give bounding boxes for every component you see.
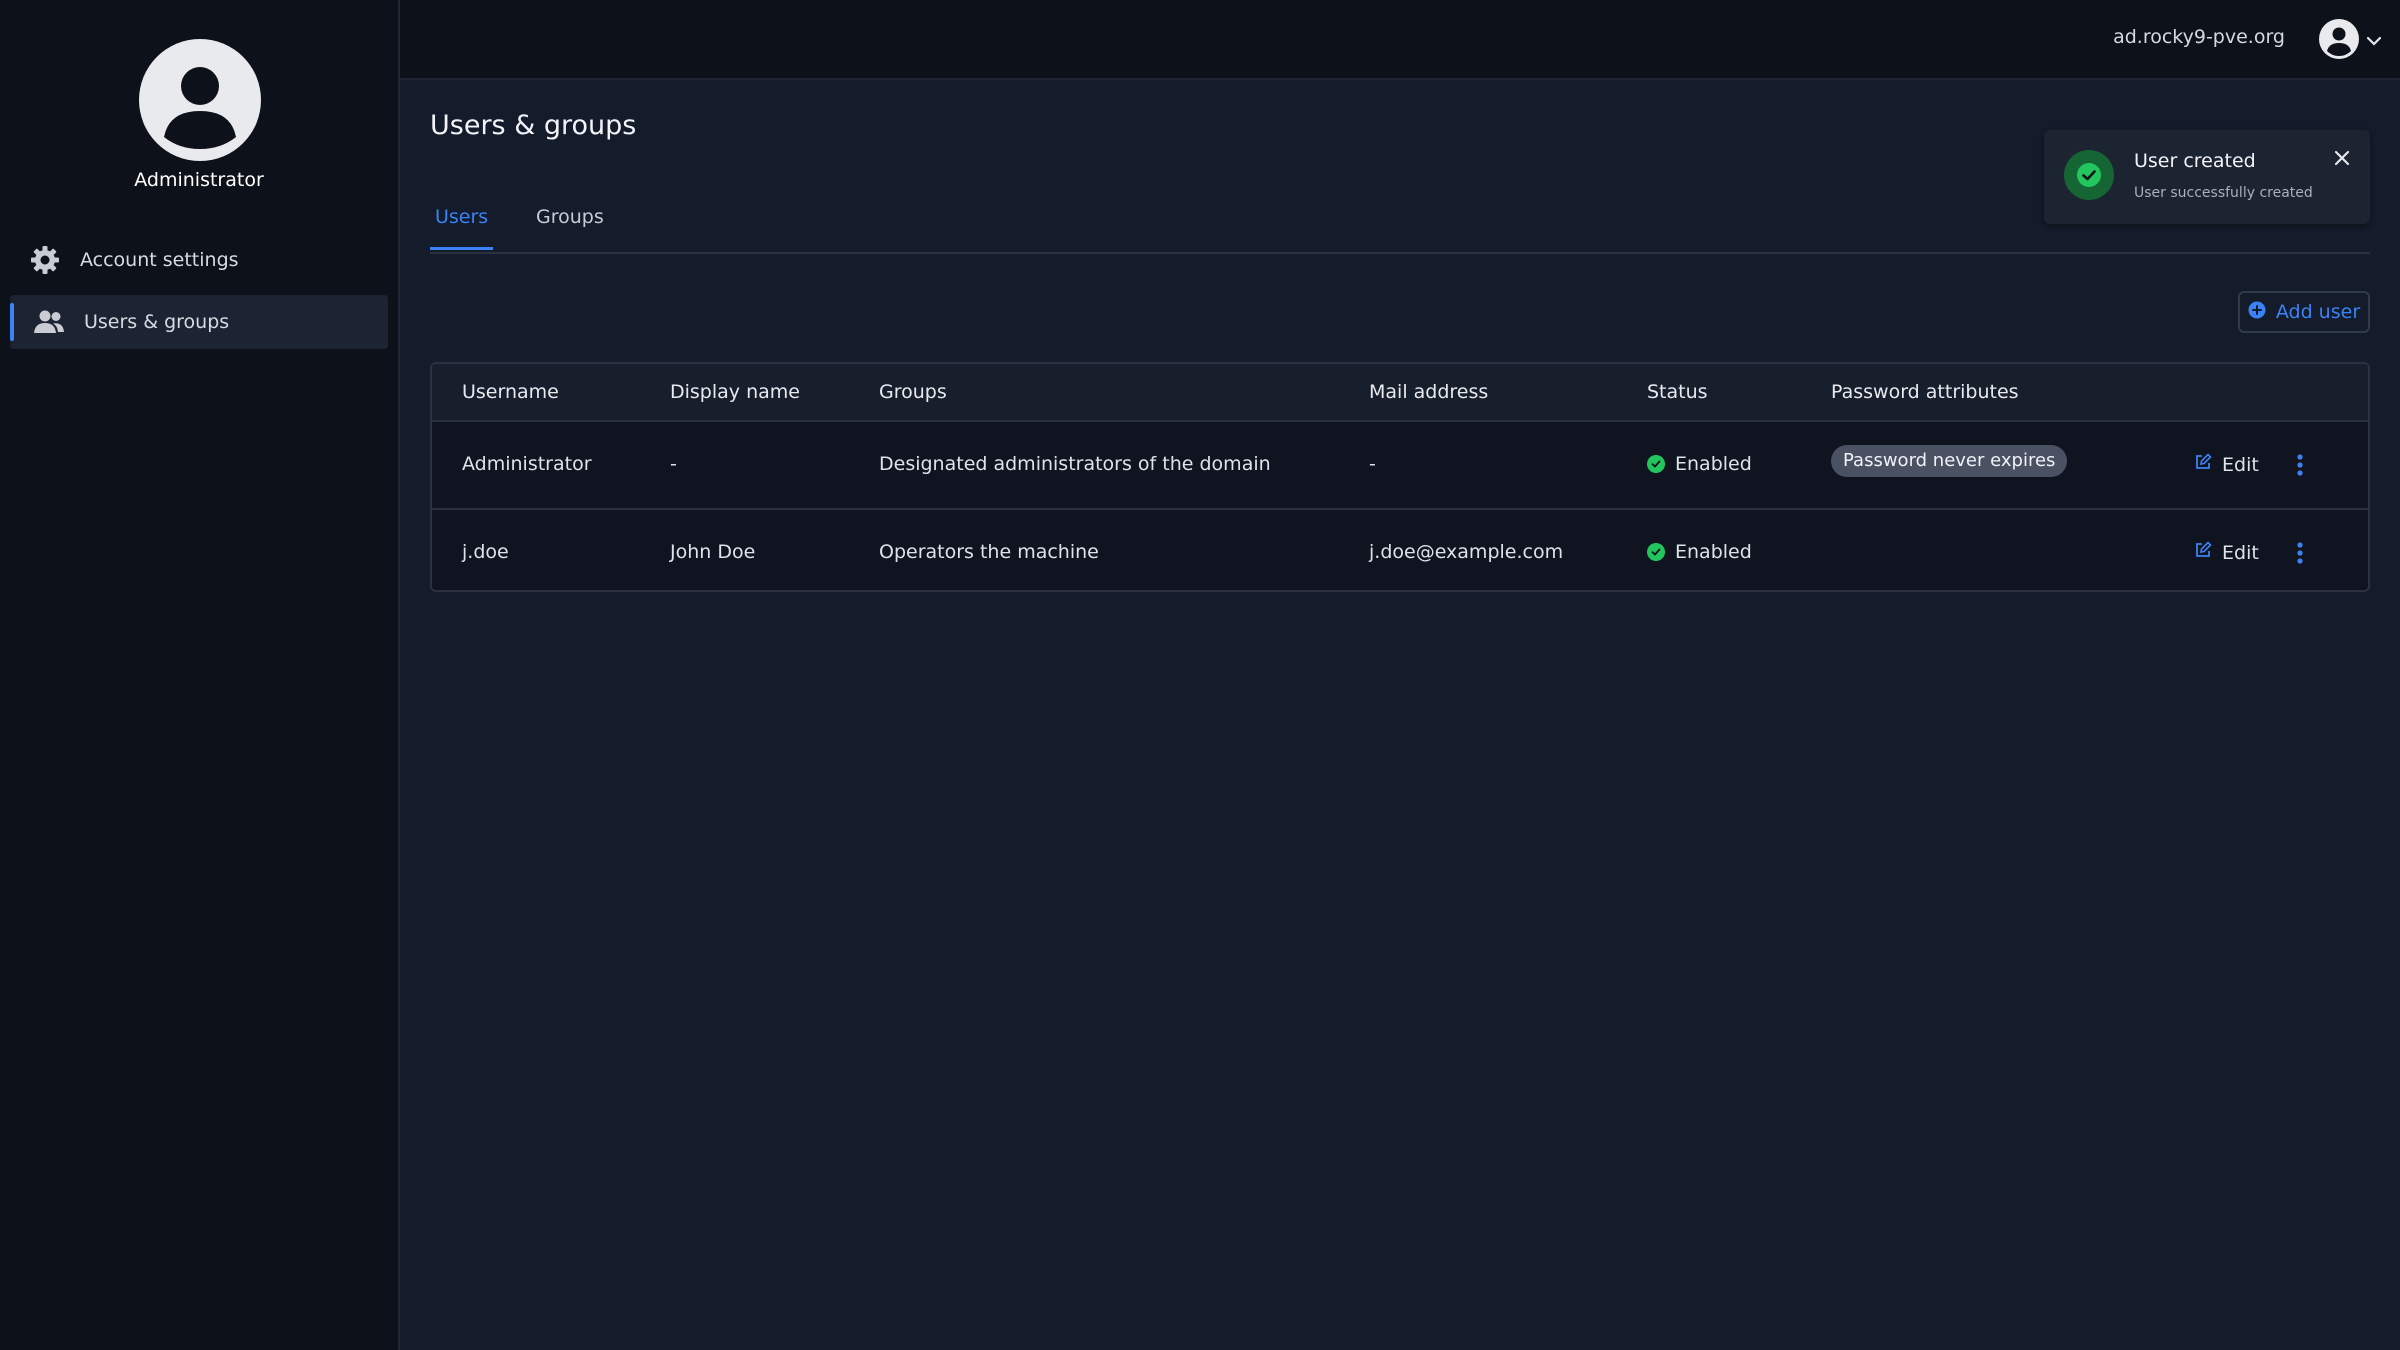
column-header-mail: Mail address — [1369, 381, 1489, 403]
edit-button[interactable]: Edit — [2194, 541, 2259, 564]
chevron-down-icon — [2366, 32, 2382, 51]
user-avatar-icon — [2318, 18, 2360, 64]
cell-groups: Operators the machine — [879, 541, 1099, 563]
cell-username: Administrator — [462, 453, 592, 475]
top-bar: ad.rocky9-pve.org — [400, 0, 2400, 80]
users-icon — [32, 305, 66, 339]
cell-groups: Designated administrators of the domain — [879, 453, 1271, 475]
table-header: Username Display name Groups Mail addres… — [432, 364, 2368, 422]
add-user-label: Add user — [2275, 301, 2361, 323]
users-table: Username Display name Groups Mail addres… — [430, 362, 2370, 592]
cell-mail: j.doe@example.com — [1369, 541, 1564, 563]
edit-label: Edit — [2222, 541, 2259, 564]
toast-message: User successfully created — [2134, 185, 2313, 201]
page-title: Users & groups — [430, 110, 637, 141]
edit-icon — [2194, 453, 2212, 476]
sidebar-item-account-settings[interactable]: Account settings — [10, 233, 388, 287]
toast-title: User created — [2134, 150, 2256, 172]
status-text: Enabled — [1675, 453, 1752, 475]
cell-display-name: - — [670, 453, 677, 475]
more-options-icon[interactable] — [2296, 541, 2304, 565]
cell-mail: - — [1369, 453, 1376, 475]
column-header-display-name: Display name — [670, 381, 800, 403]
gear-icon — [28, 243, 62, 277]
table-row[interactable]: j.doe John Doe Operators the machine j.d… — [432, 510, 2368, 590]
password-attribute-badge: Password never expires — [1831, 445, 2068, 477]
column-header-status: Status — [1647, 381, 1708, 403]
column-header-username: Username — [462, 381, 559, 403]
add-user-button[interactable]: Add user — [2238, 291, 2370, 333]
plus-circle-icon — [2248, 301, 2266, 324]
table-row[interactable]: Administrator - Designated administrator… — [432, 422, 2368, 510]
edit-icon — [2194, 541, 2212, 564]
sidebar-item-users-groups[interactable]: Users & groups — [10, 295, 388, 349]
toast-notification: User created User successfully created — [2044, 130, 2370, 224]
success-check-icon — [2064, 150, 2114, 200]
edit-label: Edit — [2222, 453, 2259, 476]
status-text: Enabled — [1675, 541, 1752, 563]
user-menu-button[interactable] — [2318, 18, 2382, 64]
edit-button[interactable]: Edit — [2194, 453, 2259, 476]
sidebar-item-label: Account settings — [80, 249, 239, 271]
status-ok-icon — [1647, 543, 1665, 561]
sidebar: Administrator Account settings Users & g… — [0, 0, 400, 1350]
close-icon[interactable] — [2332, 148, 2352, 168]
more-options-icon[interactable] — [2296, 453, 2304, 477]
cell-status: Enabled — [1647, 453, 1752, 475]
status-ok-icon — [1647, 455, 1665, 473]
column-header-password-attributes: Password attributes — [1831, 381, 2019, 403]
tab-groups[interactable]: Groups — [531, 190, 609, 250]
column-header-groups: Groups — [879, 381, 947, 403]
cell-username: j.doe — [462, 541, 509, 563]
sidebar-user-name: Administrator — [134, 169, 264, 191]
cell-display-name: John Doe — [670, 541, 756, 563]
tab-users[interactable]: Users — [430, 190, 494, 250]
domain-label: ad.rocky9-pve.org — [2113, 26, 2285, 48]
sidebar-item-label: Users & groups — [84, 311, 230, 333]
cell-status: Enabled — [1647, 541, 1752, 563]
user-avatar-icon — [139, 39, 261, 161]
